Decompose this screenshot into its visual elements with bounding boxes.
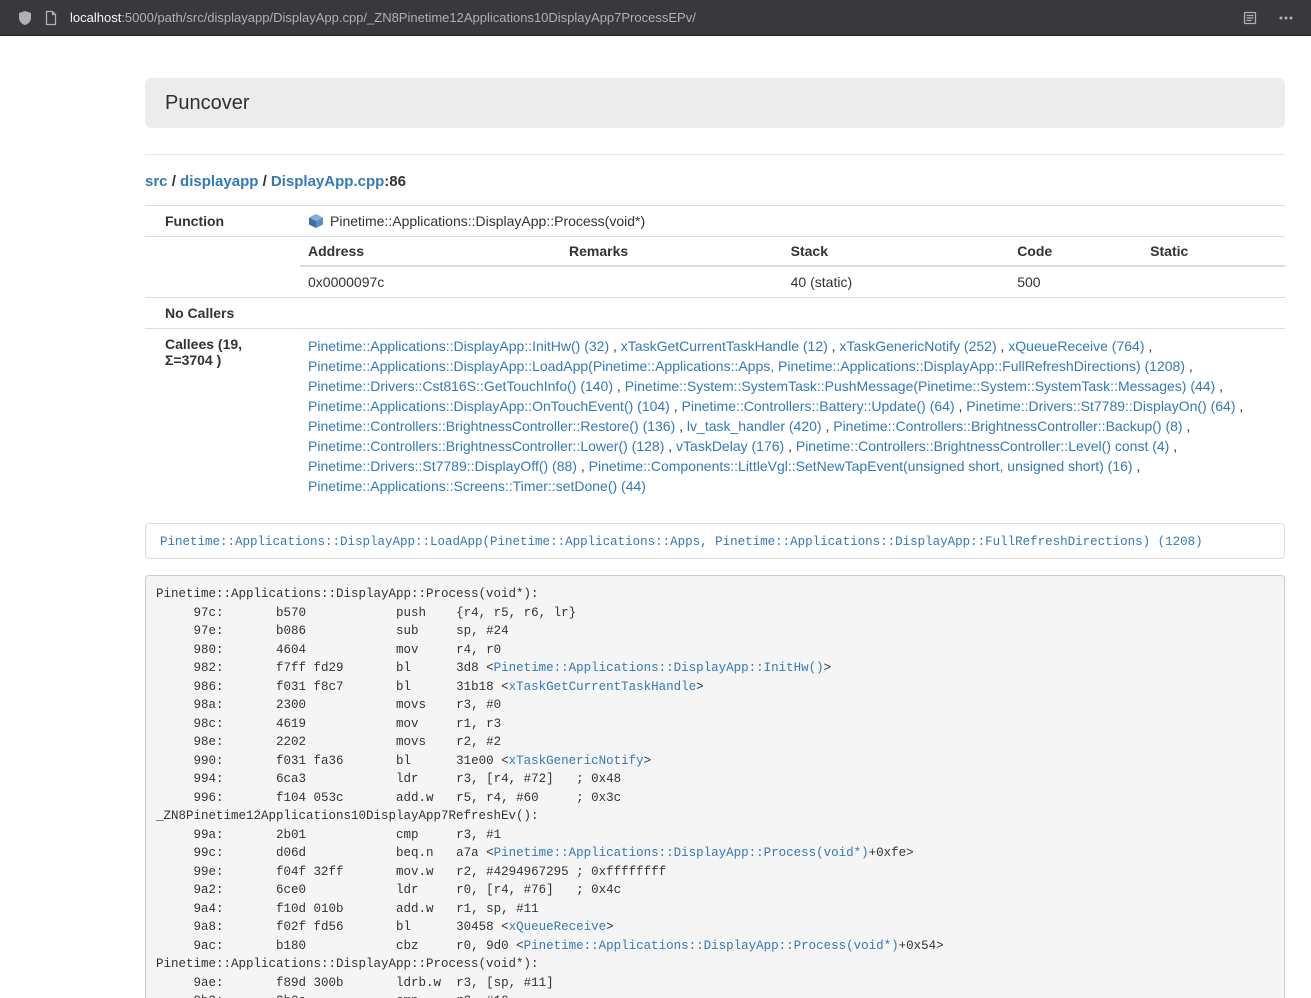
breadcrumb-link[interactable]: src — [145, 173, 168, 190]
no-callers-label: No Callers — [145, 298, 300, 329]
cell-stack: 40 (static) — [783, 266, 1010, 297]
breadcrumb-link[interactable]: displayapp — [180, 173, 258, 190]
page-container: Puncover src / displayapp / DisplayApp.c… — [145, 78, 1285, 998]
callee-link[interactable]: xTaskGetCurrentTaskHandle (12) — [621, 338, 828, 354]
shield-icon[interactable] — [12, 5, 38, 31]
cell-static — [1142, 266, 1285, 297]
url-path: :5000/path/src/displayapp/DisplayApp.cpp… — [121, 10, 696, 25]
breadcrumb: src / displayapp / DisplayApp.cpp:86 — [145, 173, 1285, 190]
disassembly-code: Pinetime::Applications::DisplayApp::Proc… — [145, 575, 1285, 998]
callee-link[interactable]: Pinetime::Controllers::BrightnessControl… — [308, 418, 675, 434]
col-address: Address — [300, 237, 561, 266]
app-header-banner: Puncover — [145, 78, 1285, 128]
callee-link[interactable]: xTaskGenericNotify (252) — [839, 338, 996, 354]
cell-remarks — [561, 266, 783, 297]
callee-link[interactable]: Pinetime::Drivers::St7789::DisplayOff() … — [308, 458, 577, 474]
col-static: Static — [1142, 237, 1285, 266]
url-host: localhost — [70, 10, 121, 25]
callee-link[interactable]: Pinetime::Drivers::Cst816S::GetTouchInfo… — [308, 378, 613, 394]
stats-value-row: 0x0000097c 40 (static) 500 — [300, 266, 1285, 297]
highlighted-callee-link[interactable]: Pinetime::Applications::DisplayApp::Load… — [160, 535, 1203, 549]
callees-row: Callees (19, Σ=3704 ) Pinetime::Applicat… — [145, 329, 1285, 504]
stats-header-row: Address Remarks Stack Code Static — [300, 237, 1285, 266]
col-remarks: Remarks — [561, 237, 783, 266]
callees-list: Pinetime::Applications::DisplayApp::Init… — [300, 329, 1285, 504]
col-code: Code — [1009, 237, 1142, 266]
breadcrumb-link[interactable]: DisplayApp.cpp — [271, 173, 384, 190]
page-actions-icon[interactable] — [1273, 5, 1299, 31]
callee-link[interactable]: Pinetime::Controllers::BrightnessControl… — [833, 418, 1182, 434]
code-symbol-link[interactable]: xQueueReceive — [509, 920, 607, 934]
function-row-label: Function — [145, 206, 300, 237]
callee-link[interactable]: Pinetime::Controllers::BrightnessControl… — [796, 438, 1169, 454]
code-symbol-link[interactable]: Pinetime::Applications::DisplayApp::Proc… — [494, 846, 869, 860]
page-info-icon[interactable] — [38, 5, 64, 31]
callee-link[interactable]: lv_task_handler (420) — [687, 418, 822, 434]
callee-link[interactable]: vTaskDelay (176) — [676, 438, 784, 454]
callee-link[interactable]: Pinetime::Components::LittleVgl::SetNewT… — [589, 458, 1133, 474]
code-symbol-link[interactable]: Pinetime::Applications::DisplayApp::Init… — [494, 661, 824, 675]
code-symbol-link[interactable]: xTaskGetCurrentTaskHandle — [509, 680, 697, 694]
callee-link[interactable]: Pinetime::Controllers::BrightnessControl… — [308, 438, 664, 454]
function-stats-table: Address Remarks Stack Code Static 0x0000… — [300, 237, 1285, 297]
browser-toolbar: localhost:5000/path/src/displayapp/Displ… — [0, 0, 1311, 36]
callee-link[interactable]: xQueueReceive (764) — [1008, 338, 1144, 354]
callee-link[interactable]: Pinetime::Applications::DisplayApp::Init… — [308, 338, 609, 354]
function-icon — [308, 213, 324, 229]
callee-link[interactable]: Pinetime::System::SystemTask::PushMessag… — [625, 378, 1216, 394]
callee-link[interactable]: Pinetime::Drivers::St7789::DisplayOn() (… — [966, 398, 1235, 414]
cell-code: 500 — [1009, 266, 1142, 297]
reader-view-icon[interactable] — [1237, 5, 1263, 31]
col-stack: Stack — [783, 237, 1010, 266]
toolbar-right-icons — [1237, 5, 1299, 31]
callee-link[interactable]: Pinetime::Controllers::Battery::Update()… — [682, 398, 955, 414]
highlighted-callee-panel: Pinetime::Applications::DisplayApp::Load… — [145, 523, 1285, 559]
code-symbol-link[interactable]: xTaskGenericNotify — [509, 754, 644, 768]
url-bar[interactable]: localhost:5000/path/src/displayapp/Displ… — [70, 10, 1237, 25]
divider — [145, 154, 1285, 155]
app-title: Puncover — [165, 92, 250, 114]
function-row: Function Pinetime::Applications::Display… — [145, 206, 1285, 237]
function-name: Pinetime::Applications::DisplayApp::Proc… — [330, 213, 645, 229]
cell-address: 0x0000097c — [300, 266, 561, 297]
callee-link[interactable]: Pinetime::Applications::DisplayApp::Load… — [308, 358, 1185, 374]
code-symbol-link[interactable]: Pinetime::Applications::DisplayApp::Proc… — [524, 939, 899, 953]
callee-link[interactable]: Pinetime::Applications::DisplayApp::OnTo… — [308, 398, 670, 414]
function-table: Function Pinetime::Applications::Display… — [145, 205, 1285, 503]
no-callers-row: No Callers — [145, 298, 1285, 329]
callee-link[interactable]: Pinetime::Applications::Screens::Timer::… — [308, 478, 646, 494]
stats-row: Address Remarks Stack Code Static 0x0000… — [145, 237, 1285, 298]
callees-label: Callees (19, Σ=3704 ) — [145, 329, 300, 504]
